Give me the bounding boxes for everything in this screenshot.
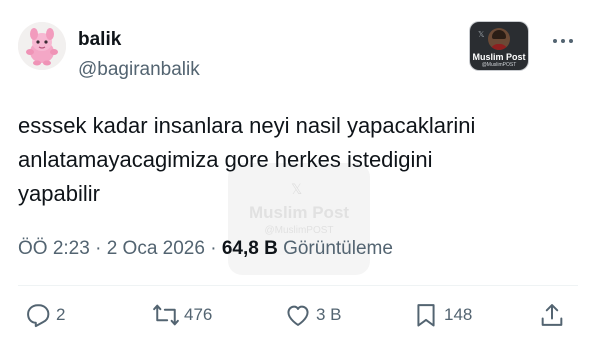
tweet-meta: ÖÖ 2:23 · 2 Oca 2026 · 64,8 B Görüntülem…	[18, 238, 393, 260]
x-logo-icon: 𝕏	[478, 30, 485, 39]
badge-title: Muslim Post	[472, 52, 526, 62]
share-icon	[541, 304, 563, 326]
views-count: 64,8 B	[221, 238, 278, 259]
repost-icon	[153, 304, 179, 326]
bookmark-count: 148	[444, 305, 473, 324]
tweet-text: esssek kadar insanlara neyi nasil yapaca…	[18, 113, 476, 206]
avatar[interactable]	[18, 22, 66, 70]
muslim-post-badge: 𝕏 Muslim Post @MuslimPOST	[470, 22, 528, 70]
tweet-card: 𝕏 Muslim Post @MuslimPOST balik @bagiran…	[0, 0, 596, 362]
share-button[interactable]	[538, 300, 570, 330]
views-label: Görüntüleme	[277, 238, 393, 259]
repost-button[interactable]: 476	[152, 300, 212, 330]
profile-photo-icon	[488, 28, 510, 50]
like-button[interactable]: 3 B	[284, 300, 342, 330]
watermark-handle: @MuslimPOST	[264, 225, 334, 236]
reply-button[interactable]: 2	[24, 300, 65, 330]
divider	[18, 285, 578, 286]
timestamp[interactable]: ÖÖ 2:23 · 2 Oca 2026 ·	[18, 238, 222, 259]
display-name[interactable]: balik	[78, 29, 121, 51]
user-handle[interactable]: @bagiranbalik	[78, 59, 200, 81]
reply-icon	[27, 304, 50, 328]
bookmark-icon	[417, 304, 435, 327]
heart-icon	[287, 305, 309, 326]
badge-handle: @MuslimPOST	[481, 62, 517, 68]
like-count: 3 B	[316, 305, 342, 324]
repost-count: 476	[184, 305, 213, 324]
pink-creature-avatar-icon	[18, 22, 66, 70]
more-options-icon[interactable]	[548, 34, 578, 48]
bookmark-button[interactable]: 148	[412, 300, 472, 330]
reply-count: 2	[56, 305, 66, 324]
